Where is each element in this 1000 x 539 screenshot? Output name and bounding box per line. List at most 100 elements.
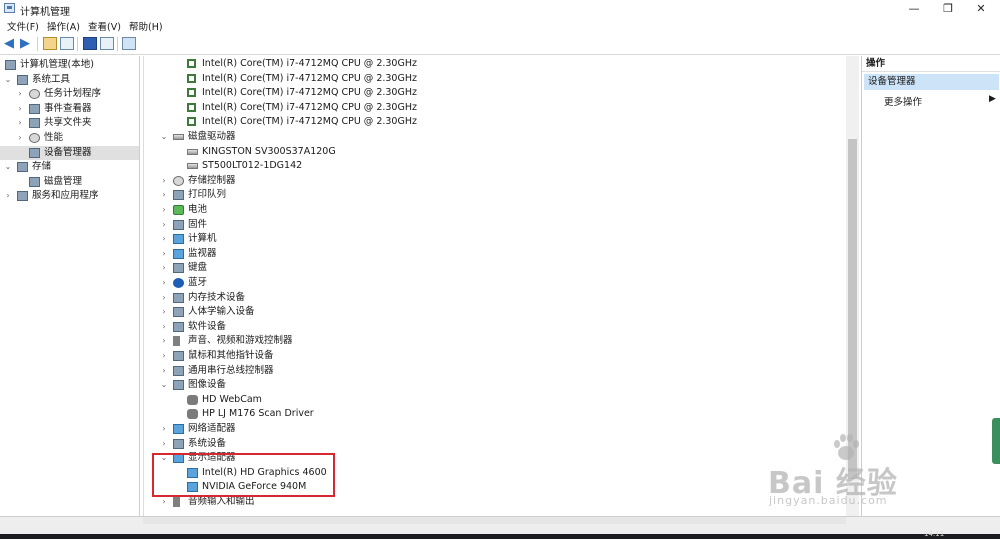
- chevron-right-icon[interactable]: ›: [16, 131, 24, 145]
- chevron-right-icon[interactable]: ›: [160, 422, 168, 436]
- chevron-right-icon[interactable]: ›: [160, 188, 168, 202]
- device-tree-item[interactable]: Intel(R) Core(TM) i7-4712MQ CPU @ 2.30GH…: [144, 101, 846, 115]
- device-tree-item[interactable]: Intel(R) Core(TM) i7-4712MQ CPU @ 2.30GH…: [144, 115, 846, 129]
- chevron-right-icon[interactable]: ›: [160, 349, 168, 363]
- device-tree-item[interactable]: Intel(R) Core(TM) i7-4712MQ CPU @ 2.30GH…: [144, 86, 846, 100]
- properties-icon[interactable]: [100, 37, 114, 50]
- device-tree-item[interactable]: › 声音、视频和游戏控制器: [144, 334, 846, 348]
- chevron-down-icon[interactable]: ⌄: [160, 378, 168, 392]
- nav-tree-item[interactable]: › 事件查看器: [0, 102, 139, 116]
- menu-view[interactable]: 查看(V): [88, 19, 121, 33]
- nav-tree-item-label: 共享文件夹: [44, 117, 92, 129]
- chevron-right-icon[interactable]: ›: [160, 232, 168, 246]
- chevron-right-icon[interactable]: ›: [160, 203, 168, 217]
- processor-icon: [187, 117, 196, 127]
- show-hide-tree-icon[interactable]: [60, 37, 74, 50]
- usb-icon: [173, 365, 184, 376]
- chevron-down-icon[interactable]: ⌄: [160, 130, 168, 144]
- maximize-button[interactable]: ❐: [933, 0, 963, 17]
- device-tree-item[interactable]: › 固件: [144, 218, 846, 232]
- device-tree-item[interactable]: › 鼠标和其他指针设备: [144, 349, 846, 363]
- device-tree-item-label: 声音、视频和游戏控制器: [188, 335, 293, 347]
- nav-tree-item[interactable]: 计算机管理(本地): [0, 58, 139, 72]
- chevron-right-icon[interactable]: ›: [16, 102, 24, 116]
- help-icon[interactable]: [83, 37, 97, 50]
- device-tree-item[interactable]: Intel(R) Core(TM) i7-4712MQ CPU @ 2.30GH…: [144, 57, 846, 71]
- device-tree-item[interactable]: HP LJ M176 Scan Driver: [144, 407, 846, 421]
- device-tree-item[interactable]: ST500LT012-1DG142: [144, 159, 846, 173]
- device-tree-item-label: 图像设备: [188, 379, 227, 391]
- chevron-down-icon[interactable]: ⌄: [4, 160, 12, 174]
- window-title: 计算机管理: [20, 7, 70, 18]
- device-manager-icon: [29, 147, 40, 158]
- menu-action[interactable]: 操作(A): [47, 19, 80, 33]
- device-tree-item[interactable]: ⌄ 图像设备: [144, 378, 846, 392]
- chevron-right-icon[interactable]: ›: [160, 437, 168, 451]
- nav-tree-item[interactable]: ⌄ 系统工具: [0, 73, 139, 87]
- chevron-right-icon[interactable]: ›: [160, 174, 168, 188]
- device-tree-item[interactable]: KINGSTON SV300S37A120G: [144, 145, 846, 159]
- device-tree-item[interactable]: › 音频输入和输出: [144, 495, 846, 509]
- chevron-right-icon[interactable]: ›: [160, 276, 168, 290]
- chevron-right-icon[interactable]: ›: [160, 261, 168, 275]
- horizontal-scrollbar[interactable]: [143, 517, 846, 524]
- taskbar: 14:11: [0, 530, 1000, 539]
- monitor-icon: [173, 248, 184, 259]
- chevron-right-icon[interactable]: ›: [160, 334, 168, 348]
- device-tree-item[interactable]: › 通用串行总线控制器: [144, 364, 846, 378]
- nav-tree-item[interactable]: › 服务和应用程序: [0, 189, 139, 203]
- device-tree-item[interactable]: Intel(R) Core(TM) i7-4712MQ CPU @ 2.30GH…: [144, 72, 846, 86]
- minimize-button[interactable]: —: [899, 0, 929, 17]
- nav-tree-item[interactable]: › 性能: [0, 131, 139, 145]
- chevron-right-icon[interactable]: ›: [160, 495, 168, 509]
- device-tree-item[interactable]: › 内存技术设备: [144, 291, 846, 305]
- device-tree-item[interactable]: › 计算机: [144, 232, 846, 246]
- nav-tree-item[interactable]: ⌄ 存储: [0, 160, 139, 174]
- processor-icon: [187, 59, 196, 68]
- side-widget-tab[interactable]: [992, 418, 1000, 464]
- scrollbar-thumb[interactable]: [848, 139, 857, 479]
- up-folder-icon[interactable]: [43, 37, 57, 50]
- chevron-right-icon[interactable]: ›: [16, 116, 24, 130]
- nav-tree-item-label: 系统工具: [32, 73, 71, 85]
- back-arrow-icon[interactable]: ◀: [4, 37, 18, 50]
- close-button[interactable]: ✕: [966, 0, 996, 17]
- chevron-right-icon[interactable]: ›: [160, 247, 168, 261]
- mouse-icon: [173, 351, 184, 361]
- nav-tree-item[interactable]: 设备管理器: [0, 145, 139, 160]
- device-tree-item[interactable]: › 系统设备: [144, 437, 846, 451]
- monitor-icon[interactable]: [122, 37, 136, 50]
- device-tree-item[interactable]: › 打印队列: [144, 188, 846, 202]
- device-tree-item[interactable]: › 存储控制器: [144, 174, 846, 188]
- chevron-right-icon[interactable]: ›: [4, 189, 12, 203]
- chevron-right-icon[interactable]: ›: [160, 364, 168, 378]
- device-tree-item[interactable]: › 监视器: [144, 247, 846, 261]
- actions-device-manager[interactable]: 设备管理器: [864, 74, 999, 90]
- device-tree-item[interactable]: › 人体学输入设备: [144, 305, 846, 319]
- menu-file[interactable]: 文件(F): [7, 19, 39, 33]
- more-actions[interactable]: 更多操作: [884, 94, 922, 108]
- forward-arrow-icon[interactable]: ▶: [20, 37, 34, 50]
- nav-tree-item-label: 任务计划程序: [44, 88, 102, 100]
- chevron-down-icon[interactable]: ⌄: [4, 73, 12, 87]
- device-tree-item[interactable]: › 蓝牙: [144, 276, 846, 290]
- device-tree-item[interactable]: HD WebCam: [144, 393, 846, 407]
- processor-icon: [187, 102, 196, 112]
- device-tree-item-label: Intel(R) Core(TM) i7-4712MQ CPU @ 2.30GH…: [202, 72, 417, 84]
- device-tree-item[interactable]: ⌄ 磁盘驱动器: [144, 130, 846, 144]
- device-tree-item[interactable]: › 软件设备: [144, 320, 846, 334]
- chevron-right-icon[interactable]: ›: [160, 291, 168, 305]
- chevron-right-icon[interactable]: ›: [160, 305, 168, 319]
- nav-tree-item[interactable]: › 任务计划程序: [0, 87, 139, 101]
- chevron-right-icon[interactable]: ›: [160, 320, 168, 334]
- menu-help[interactable]: 帮助(H): [129, 19, 163, 33]
- clock-icon: [29, 89, 40, 100]
- nav-tree-item[interactable]: › 共享文件夹: [0, 116, 139, 130]
- device-tree-item[interactable]: › 电池: [144, 203, 846, 217]
- chevron-right-icon[interactable]: ›: [160, 218, 168, 232]
- device-tree-item[interactable]: › 网络适配器: [144, 422, 846, 436]
- nav-tree-item[interactable]: 磁盘管理: [0, 175, 139, 189]
- chevron-right-icon[interactable]: ›: [16, 87, 24, 101]
- imaging-device-icon: [173, 380, 184, 391]
- device-tree-item[interactable]: › 键盘: [144, 261, 846, 275]
